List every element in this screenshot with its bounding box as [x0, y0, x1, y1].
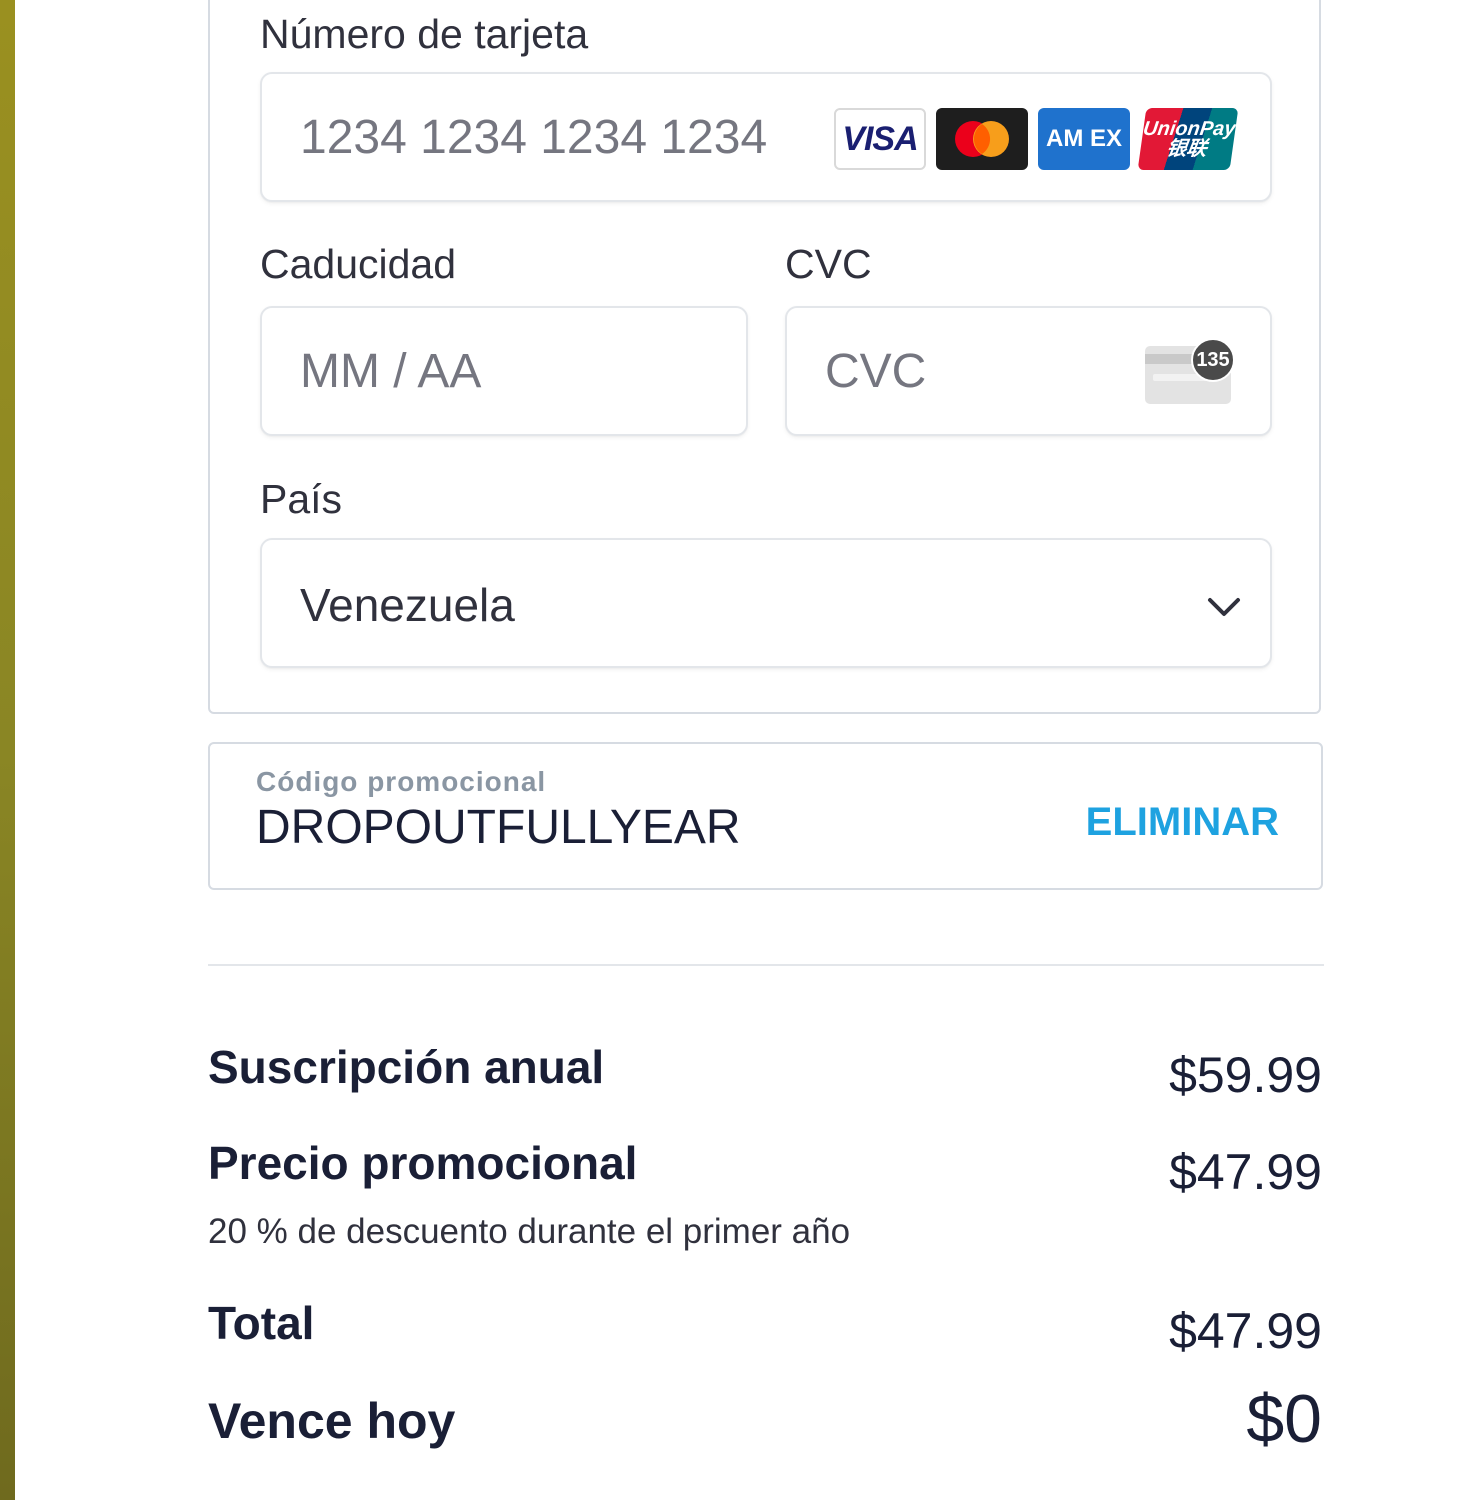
remove-promo-button[interactable]: ELIMINAR: [1086, 800, 1279, 845]
promo-price-label: Precio promocional: [208, 1137, 638, 1189]
card-details-panel: Número de tarjeta 1234 1234 1234 1234 VI…: [208, 0, 1321, 714]
expiry-placeholder: MM / AA: [300, 345, 482, 398]
divider: [208, 964, 1324, 966]
card-number-field[interactable]: 1234 1234 1234 1234 VISA AM EX UnionPay …: [260, 72, 1272, 202]
country-label: País: [260, 476, 343, 522]
due-today-value: $0: [1246, 1381, 1322, 1457]
total-value: $47.99: [1169, 1303, 1322, 1359]
annual-subscription-label: Suscripción anual: [208, 1041, 605, 1093]
card-number-placeholder: 1234 1234 1234 1234: [300, 111, 768, 164]
mastercard-icon: [936, 108, 1028, 170]
promo-code-box: Código promocional DROPOUTFULLYEAR ELIMI…: [208, 742, 1323, 890]
cvc-field[interactable]: CVC 135: [785, 306, 1272, 436]
cvc-hint-number: 135: [1196, 349, 1230, 371]
unionpay-icon: UnionPay 银联: [1137, 108, 1239, 170]
promo-price-note: 20 % de descuento durante el primer año: [208, 1212, 851, 1251]
promo-price-value: $47.99: [1169, 1144, 1322, 1200]
promo-code-label: Código promocional: [256, 766, 547, 797]
expiry-label: Caducidad: [260, 241, 457, 287]
visa-icon: VISA: [834, 108, 926, 170]
cvc-card-icon: 135: [1145, 338, 1237, 406]
country-value: Venezuela: [300, 579, 515, 631]
expiry-field[interactable]: MM / AA: [260, 306, 748, 436]
window-edge-strip: [0, 0, 15, 1500]
total-label: Total: [208, 1297, 315, 1349]
annual-subscription-price: $59.99: [1169, 1047, 1322, 1103]
due-today-label: Vence hoy: [208, 1393, 456, 1449]
card-number-label: Número de tarjeta: [260, 11, 589, 57]
cvc-label: CVC: [785, 241, 872, 287]
amex-icon: AM EX: [1038, 108, 1130, 170]
country-select[interactable]: Venezuela: [260, 538, 1272, 668]
cvc-placeholder: CVC: [825, 345, 927, 398]
promo-code-value: DROPOUTFULLYEAR: [256, 801, 741, 854]
chevron-down-icon: [1204, 592, 1244, 627]
